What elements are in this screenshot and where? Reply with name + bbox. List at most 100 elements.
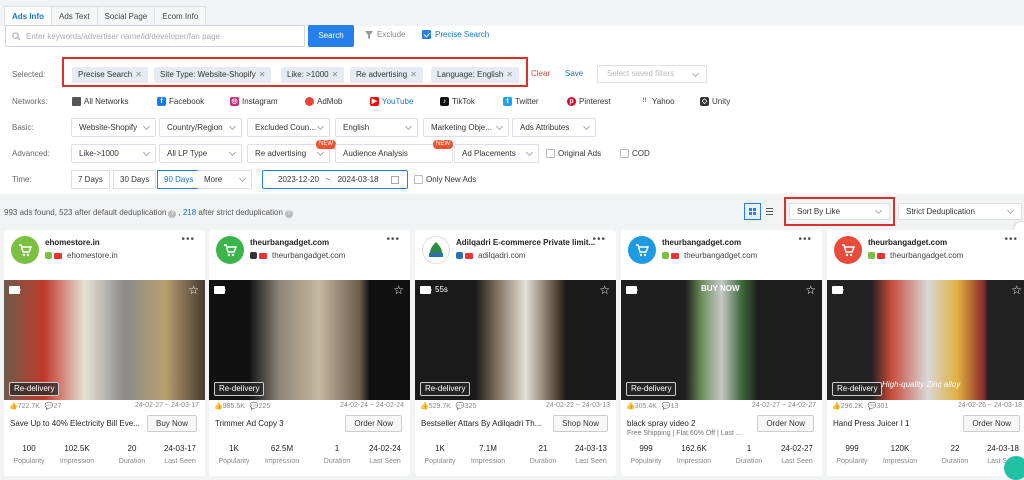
more-options-icon[interactable]: •••	[592, 234, 606, 245]
search-button[interactable]: Search	[308, 25, 354, 47]
cta-button[interactable]: Buy Now	[146, 415, 197, 432]
lp-type-select[interactable]: All LP Type	[159, 144, 242, 163]
clear-button[interactable]: Clear	[531, 69, 550, 78]
network-tiktok[interactable]: ♪ TikTok	[440, 97, 475, 106]
ad-card[interactable]: ehomestore.in ehomestore.in ••• ☆ Re-del…	[4, 230, 205, 476]
more-options-icon[interactable]: •••	[386, 234, 400, 245]
cta-button[interactable]: Order Now	[963, 415, 1020, 432]
original-ads-checkbox[interactable]: Original Ads	[546, 149, 601, 158]
more-select[interactable]: More	[197, 170, 252, 189]
advertiser-name[interactable]: theurbangadget.com	[662, 238, 741, 247]
ads-attributes-select[interactable]: Ads Attributes	[512, 118, 596, 137]
favorite-star-icon[interactable]: ☆	[393, 283, 404, 297]
ad-title[interactable]: Save Up to 40% Electricity Bill Eve...	[10, 419, 140, 428]
advertiser-name[interactable]: Adilqadri E-commerce Private limit...	[456, 238, 595, 247]
advertiser-avatar[interactable]	[216, 236, 244, 264]
tab-ads-text[interactable]: Ads Text	[51, 6, 98, 26]
country-select[interactable]: Country/Region	[159, 118, 242, 137]
advertiser-avatar[interactable]	[834, 236, 862, 264]
chip-re-advertising[interactable]: Re advertising ✕	[350, 67, 423, 83]
cta-button[interactable]: Order Now	[345, 415, 402, 432]
site-type-select[interactable]: Website-Shopify	[71, 118, 156, 137]
list-view-button[interactable]	[762, 203, 779, 220]
network-facebook[interactable]: f Facebook	[157, 97, 204, 106]
re-advertising-select[interactable]: Re advertising NEW	[247, 140, 336, 163]
30-days-button[interactable]: 30 Days	[113, 170, 157, 189]
favorite-star-icon[interactable]: ☆	[188, 283, 199, 297]
advertiser-avatar[interactable]	[628, 236, 656, 264]
ad-card[interactable]: Adilqadri E-commerce Private limit... ad…	[415, 230, 616, 476]
network-instagram[interactable]: ◎ Instagram	[230, 97, 278, 106]
favorite-star-icon[interactable]: ☆	[599, 283, 610, 297]
chip-like[interactable]: Like: >1000 ✕	[281, 67, 345, 83]
stat-value: 100	[22, 444, 36, 453]
90-days-button[interactable]: 90 Days	[157, 170, 201, 189]
like-select[interactable]: Like->1000	[71, 144, 156, 163]
network-yahoo[interactable]: !! Yahoo	[640, 97, 675, 106]
precise-search-label: Precise Search	[435, 30, 490, 39]
ad-title[interactable]: Bestseller Attars By Adilqadri Th...	[421, 419, 541, 428]
stat-duration: 22 Duration	[931, 444, 979, 465]
search-input[interactable]: Enter keywords/advertiser name/id/develo…	[5, 25, 305, 47]
network-all[interactable]: All Networks	[72, 97, 128, 106]
close-icon[interactable]: ✕	[410, 70, 417, 79]
advertiser-name[interactable]: ehomestore.in	[45, 238, 100, 247]
advertiser-name[interactable]: theurbangadget.com	[868, 238, 947, 247]
more-options-icon[interactable]: •••	[798, 234, 812, 245]
help-icon[interactable]: ?	[168, 210, 177, 218]
network-twitter[interactable]: t Twitter	[503, 97, 539, 106]
network-pinterest[interactable]: p Pinterest	[567, 97, 611, 106]
like-count: 722.7K	[17, 403, 40, 410]
advertiser-name[interactable]: theurbangadget.com	[250, 238, 329, 247]
favorite-star-icon[interactable]: ☆	[1011, 283, 1022, 297]
network-youtube[interactable]: ▶ YouTube	[370, 97, 413, 106]
7-days-button[interactable]: 7 Days	[71, 170, 110, 189]
close-icon[interactable]: ✕	[506, 70, 513, 79]
cod-checkbox[interactable]: COD	[620, 149, 650, 158]
tab-ecom-info[interactable]: Ecom Info	[154, 6, 207, 26]
chip-site-type[interactable]: Site Type: Website-Shopify ✕	[154, 67, 272, 83]
audience-analysis-select[interactable]: Audience Analysis NEW	[335, 140, 453, 163]
ad-title[interactable]: Hand Press Juicer I 1	[833, 419, 909, 428]
ad-title[interactable]: black spray video 2	[627, 419, 695, 428]
close-icon[interactable]: ✕	[332, 70, 339, 79]
chat-button[interactable]	[1004, 456, 1024, 480]
grid-view-button[interactable]	[744, 203, 761, 220]
marketing-objective-select[interactable]: Marketing Obje...	[423, 118, 509, 137]
chip-language[interactable]: Language: English ✕	[431, 67, 519, 83]
only-new-ads-checkbox[interactable]: Only New Ads	[414, 175, 476, 184]
network-unity[interactable]: ◇ Unity	[700, 97, 730, 106]
favorite-star-icon[interactable]: ☆	[805, 283, 816, 297]
language-select[interactable]: English	[335, 118, 418, 137]
precise-search-checkbox[interactable]: Precise Search	[422, 30, 489, 39]
saved-filters-select[interactable]: Select saved filters	[597, 65, 707, 83]
cta-button[interactable]: Shop Now	[553, 415, 608, 432]
exclude-button[interactable]: Exclude	[365, 30, 405, 39]
advertiser-avatar[interactable]	[422, 236, 450, 264]
help-icon[interactable]: ?	[284, 210, 293, 218]
video-duration: 55s	[435, 285, 448, 294]
active-date-range: 24-02-27 ~ 24-03-17	[134, 402, 199, 409]
sort-select[interactable]: Sort By Like	[789, 203, 890, 220]
cta-button[interactable]: Order Now	[757, 415, 814, 432]
advertiser-avatar[interactable]	[11, 236, 39, 264]
chip-label: Re advertising	[356, 70, 408, 79]
more-options-icon[interactable]: •••	[181, 234, 195, 245]
save-button[interactable]: Save	[565, 69, 583, 78]
ad-card[interactable]: theurbangadget.com theurbangadget.com ••…	[621, 230, 822, 476]
ad-card[interactable]: theurbangadget.com theurbangadget.com ••…	[209, 230, 410, 476]
tab-social-page[interactable]: Social Page	[96, 6, 156, 26]
network-admob[interactable]: AdMob	[305, 97, 342, 106]
dedup-select[interactable]: Strict Deduplication	[898, 203, 1022, 220]
date-range-picker[interactable]: 2023-12-20 ~ 2024-03-18	[262, 170, 408, 189]
tab-ads-info[interactable]: Ads Info	[4, 6, 52, 26]
chip-precise-search[interactable]: Precise Search ✕	[72, 67, 148, 83]
close-icon[interactable]: ✕	[135, 70, 142, 79]
more-options-icon[interactable]: •••	[1004, 234, 1018, 245]
ad-placements-select[interactable]: Ad Placements	[454, 144, 539, 163]
excluded-country-select[interactable]: Excluded Coun...	[247, 118, 330, 137]
start-date: 2023-12-20	[278, 175, 319, 184]
ad-title[interactable]: Trimmer Ad Copy 3	[215, 419, 284, 428]
ad-card[interactable]: theurbangadget.com theurbangadget.com ••…	[827, 230, 1024, 476]
close-icon[interactable]: ✕	[259, 70, 266, 79]
